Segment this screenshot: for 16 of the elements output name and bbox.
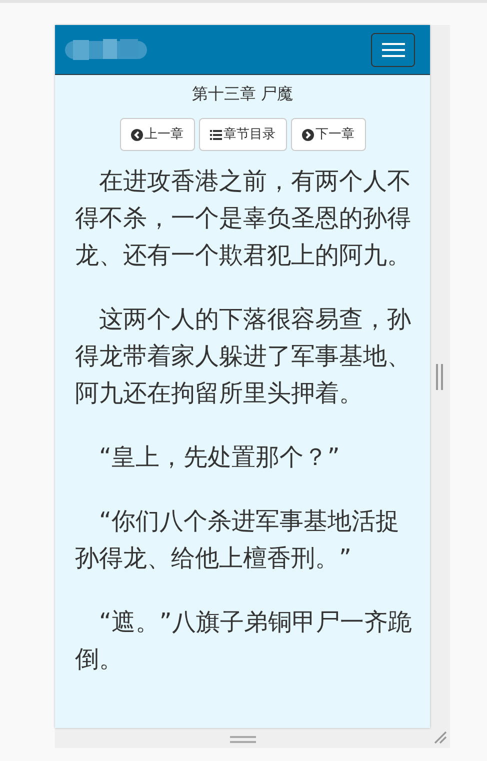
arrow-right-circle-icon <box>302 128 314 140</box>
list-icon <box>210 128 222 140</box>
previous-chapter-button[interactable]: 上一章 <box>120 118 194 151</box>
menu-button[interactable] <box>371 32 415 66</box>
table-of-contents-button[interactable]: 章节目录 <box>198 118 286 151</box>
resize-handle-icon[interactable] <box>230 736 256 743</box>
paragraph: 这两个人的下落很容易查，孙得龙带着家人躲进了军事基地、阿九还在拘留所里头押着。 <box>75 304 412 409</box>
paragraph: “皇上，先处置那个？” <box>98 442 341 473</box>
resize-corner-icon[interactable] <box>434 731 447 744</box>
resize-handle-icon[interactable] <box>436 364 443 390</box>
next-chapter-button[interactable]: 下一章 <box>290 118 366 151</box>
paragraph: “遮。”八旗子弟铜甲尸一齐跪倒。 <box>75 607 413 675</box>
arrow-left-circle-icon <box>130 128 142 140</box>
paragraph: 在进攻香港之前，有两个人不得不杀，一个是辜负圣恩的孙得龙、还有一个欺君犯上的阿九。 <box>75 166 412 271</box>
chapter-title: 第十三章 尸魔 <box>190 83 294 105</box>
paragraph: “你们八个杀进军事基地活捉孙得龙、给他上檀香刑。” <box>75 506 400 574</box>
